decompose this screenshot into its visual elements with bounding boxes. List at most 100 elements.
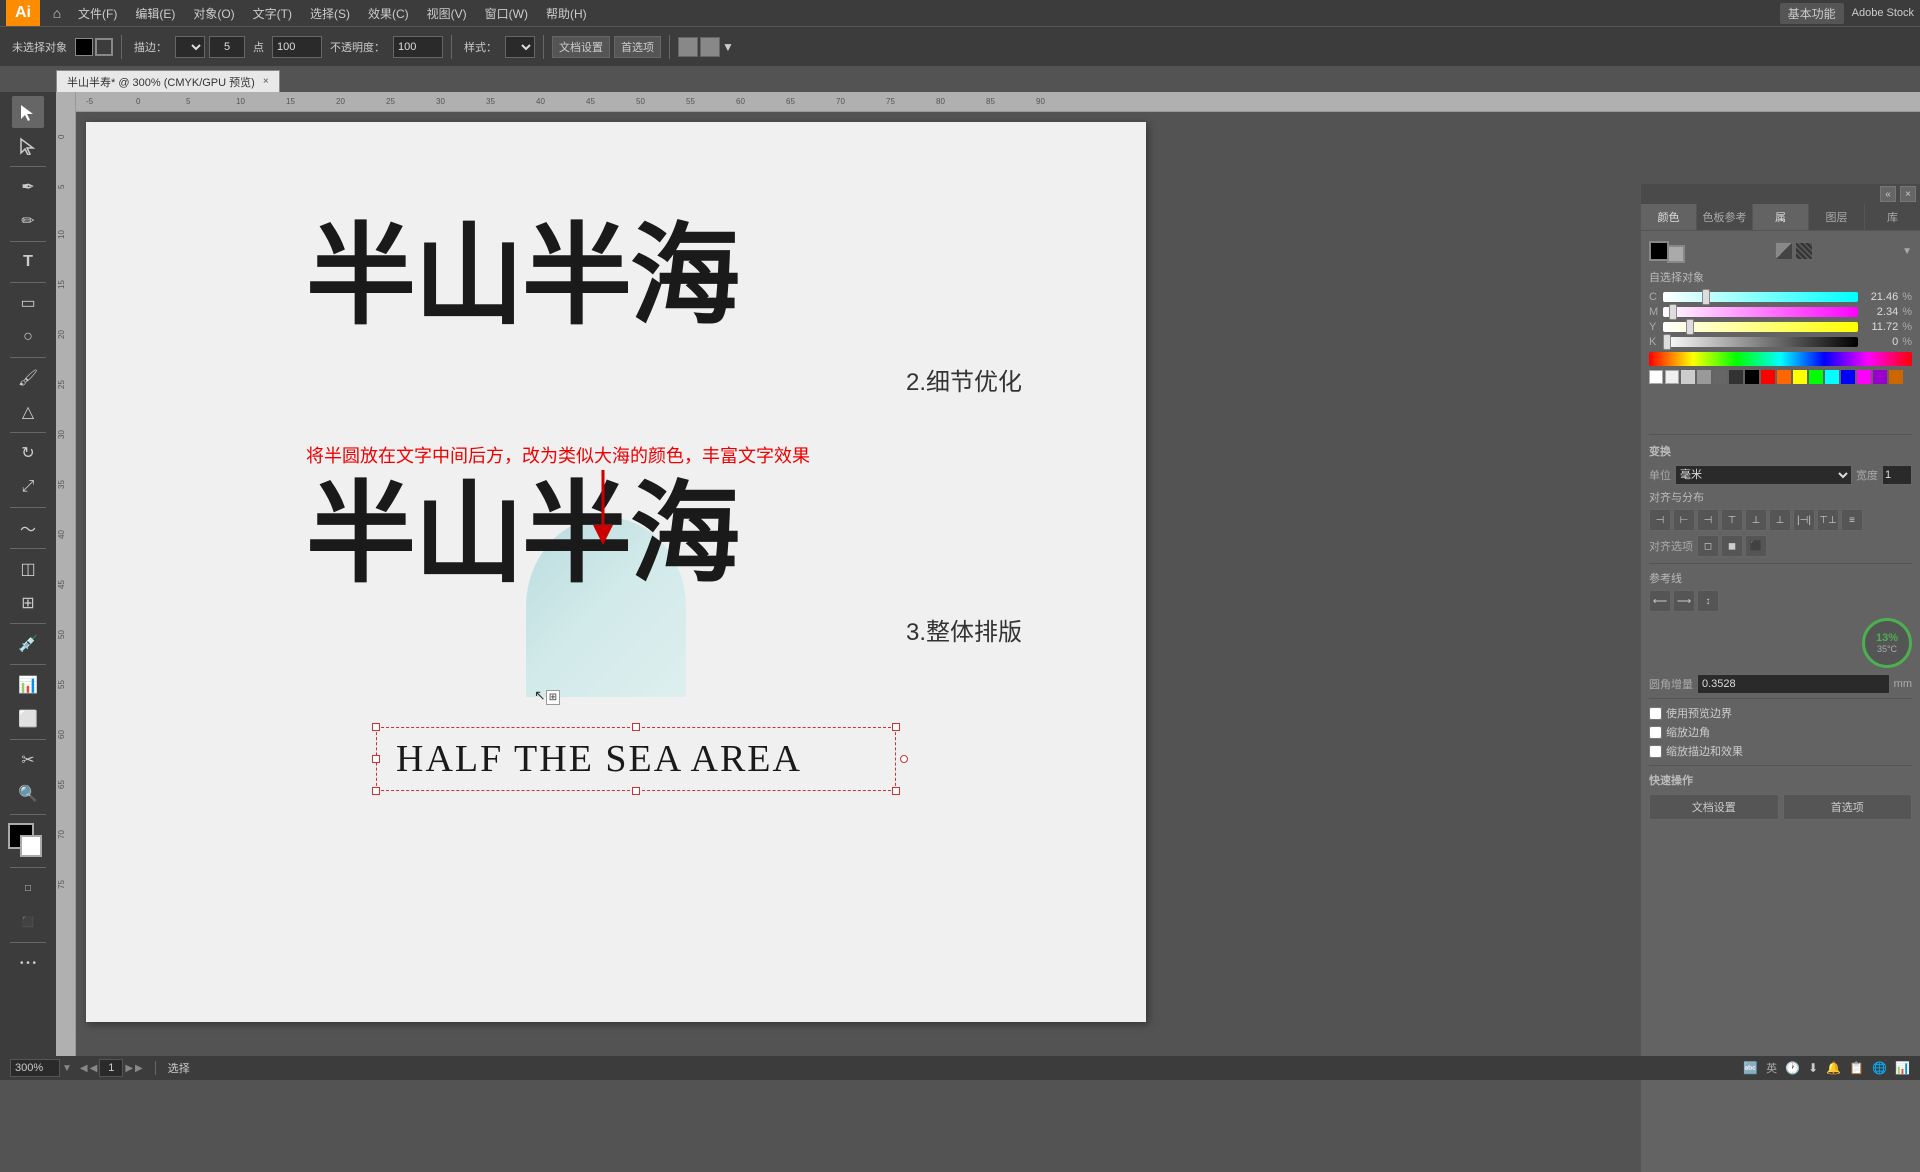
swatch-green[interactable] — [1809, 370, 1823, 384]
extra-btn-1[interactable] — [678, 37, 698, 57]
width-input[interactable] — [1882, 465, 1912, 485]
page-prev-btn[interactable]: ◀ — [80, 1063, 88, 1074]
handle-mr[interactable] — [900, 755, 908, 763]
handle-tl[interactable] — [372, 723, 380, 731]
swatch-gray2[interactable] — [1697, 370, 1711, 384]
brush-tool[interactable]: 🖌 — [12, 362, 44, 394]
swatch-blue[interactable] — [1841, 370, 1855, 384]
handle-br[interactable] — [892, 787, 900, 795]
artboard-tool[interactable]: ⬜ — [12, 703, 44, 735]
page-input[interactable] — [99, 1059, 123, 1077]
menu-edit[interactable]: 编辑(E) — [127, 3, 183, 24]
stroke-swatch[interactable] — [95, 38, 113, 56]
color-tab[interactable]: 颜色 — [1641, 204, 1697, 230]
bg-color[interactable] — [20, 835, 42, 857]
screen-mode[interactable]: ⬛ — [12, 906, 44, 938]
layers-tab[interactable]: 图层 — [1808, 204, 1864, 230]
color-bg[interactable] — [1667, 245, 1685, 263]
stroke-input[interactable] — [209, 36, 245, 58]
menu-effect[interactable]: 效果(C) — [360, 3, 417, 24]
scale-effects-checkbox[interactable] — [1649, 745, 1662, 758]
handle-bc[interactable] — [632, 787, 640, 795]
mesh-tool[interactable]: ⊞ — [12, 587, 44, 619]
opacity-input[interactable] — [272, 36, 322, 58]
status-icon-1[interactable]: 🔤 — [1743, 1061, 1758, 1075]
swatch-gray4[interactable] — [1729, 370, 1743, 384]
pattern-icon[interactable] — [1795, 242, 1813, 260]
graph-tool[interactable]: 📊 — [12, 669, 44, 701]
align-top-btn[interactable]: ⊤ — [1721, 509, 1743, 531]
menu-object[interactable]: 对象(O) — [185, 3, 242, 24]
align-center-h-btn[interactable]: ⊢ — [1673, 509, 1695, 531]
guide-btn-2[interactable]: ⟶ — [1673, 590, 1695, 612]
menu-help[interactable]: 帮助(H) — [538, 3, 595, 24]
type-tool[interactable]: T — [12, 246, 44, 278]
page-prev2-btn[interactable]: ◀ — [90, 1063, 98, 1074]
distribute-h-btn[interactable]: |⊣| — [1793, 509, 1815, 531]
page-next-btn[interactable]: ▶ — [125, 1063, 133, 1074]
swatch-cyan[interactable] — [1825, 370, 1839, 384]
align-center-v-btn[interactable]: ⊥ — [1745, 509, 1767, 531]
color-fg[interactable] — [1649, 241, 1669, 261]
libraries-tab[interactable]: 库 — [1864, 204, 1920, 230]
handle-ml[interactable] — [372, 755, 380, 763]
status-icon-7[interactable]: 📊 — [1895, 1061, 1910, 1075]
align-to-sel-btn[interactable]: ◻ — [1697, 535, 1719, 557]
align-more-btn[interactable]: ≡ — [1841, 509, 1863, 531]
adobe-stock-link[interactable]: Adobe Stock — [1852, 7, 1914, 19]
prefs-action-btn[interactable]: 首选项 — [1783, 794, 1913, 820]
status-icon-3[interactable]: ⬇ — [1808, 1061, 1818, 1075]
color-menu-btn[interactable]: ▼ — [1902, 246, 1912, 257]
slice-tool[interactable]: ✂ — [12, 744, 44, 776]
pencil-tool-2[interactable]: △ — [12, 396, 44, 428]
scale-tool[interactable]: ⤢ — [12, 471, 44, 503]
workspace-btn[interactable]: 基本功能 — [1780, 3, 1844, 24]
properties-tab[interactable]: 属 — [1752, 204, 1808, 230]
zoom-arrow[interactable]: ▼ — [62, 1063, 72, 1074]
doc-settings-btn[interactable]: 文档设置 — [552, 36, 610, 58]
zoom-tool[interactable]: 🔍 — [12, 778, 44, 810]
menu-text[interactable]: 文字(T) — [245, 3, 300, 24]
gradient-icon[interactable] — [1775, 242, 1793, 260]
direct-select-tool[interactable] — [12, 130, 44, 162]
unit-select[interactable]: 毫米 — [1675, 465, 1852, 485]
handle-tr[interactable] — [892, 723, 900, 731]
pencil-tool[interactable]: ✏ — [12, 205, 44, 237]
pen-tool[interactable]: ✒ — [12, 171, 44, 203]
use-preview-checkbox[interactable] — [1649, 707, 1662, 720]
k-slider-thumb[interactable] — [1663, 334, 1671, 350]
scale-corners-checkbox[interactable] — [1649, 726, 1662, 739]
rotate-tool[interactable]: ↻ — [12, 437, 44, 469]
swatch-magenta[interactable] — [1857, 370, 1871, 384]
distribute-v-btn[interactable]: ⊤⊥ — [1817, 509, 1839, 531]
menu-file[interactable]: 文件(F) — [70, 3, 125, 24]
status-icon-4[interactable]: 🔔 — [1826, 1061, 1841, 1075]
fill-swatch[interactable] — [75, 38, 93, 56]
swatch-gray3[interactable] — [1713, 370, 1727, 384]
select-tool[interactable] — [12, 96, 44, 128]
swatch-red[interactable] — [1761, 370, 1775, 384]
opacity-value[interactable] — [393, 36, 443, 58]
swatch-brown[interactable] — [1889, 370, 1903, 384]
preferences-btn[interactable]: 首选项 — [614, 36, 661, 58]
more-tools[interactable]: • • • — [12, 947, 44, 979]
swatch-black[interactable] — [1745, 370, 1759, 384]
c-slider-track[interactable] — [1663, 292, 1858, 302]
rect-tool[interactable]: ▭ — [12, 287, 44, 319]
swatch-gray1[interactable] — [1681, 370, 1695, 384]
extra-btn-2[interactable] — [700, 37, 720, 57]
menu-window[interactable]: 窗口(W) — [477, 3, 536, 24]
tab-close-btn[interactable]: × — [263, 76, 269, 87]
k-slider-track[interactable] — [1663, 337, 1858, 347]
warp-tool[interactable]: 〜 — [12, 512, 44, 544]
align-right-btn[interactable]: ⊣ — [1697, 509, 1719, 531]
handle-bl[interactable] — [372, 787, 380, 795]
style-dropdown[interactable] — [505, 36, 535, 58]
swatch-ref-tab[interactable]: 色板参考 — [1697, 204, 1752, 230]
gradient-tool[interactable]: ◫ — [12, 553, 44, 585]
c-slider-thumb[interactable] — [1702, 289, 1710, 305]
doc-settings-action-btn[interactable]: 文档设置 — [1649, 794, 1779, 820]
menu-select[interactable]: 选择(S) — [302, 3, 358, 24]
align-to-art-btn[interactable]: ⬛ — [1745, 535, 1767, 557]
status-icon-6[interactable]: 🌐 — [1872, 1061, 1887, 1075]
